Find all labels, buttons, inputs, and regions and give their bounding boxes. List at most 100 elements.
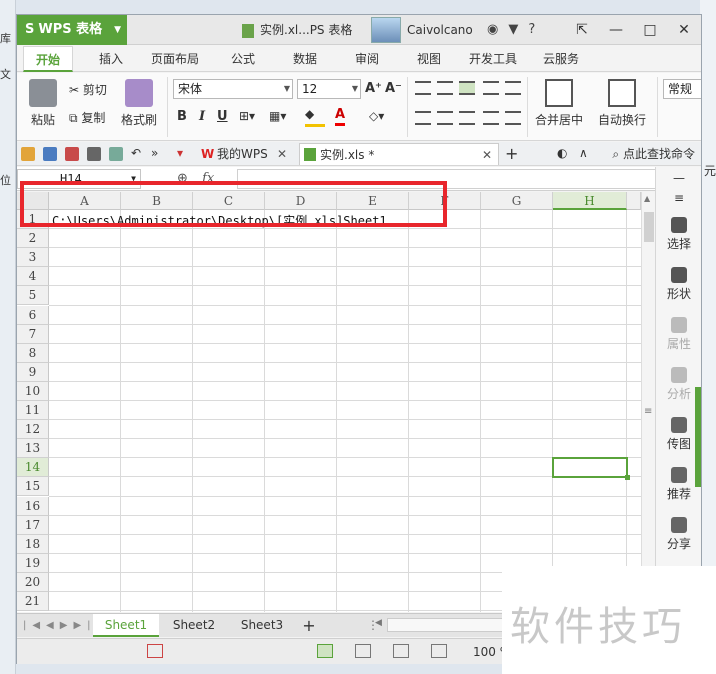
row-header-2[interactable]: 2	[17, 229, 49, 249]
eye-protect-icon[interactable]	[431, 644, 447, 658]
print-icon[interactable]	[87, 147, 101, 161]
bold-button[interactable]: B	[177, 109, 187, 124]
scroll-left-icon[interactable]: ◀	[375, 618, 382, 628]
tab-insert[interactable]: 插入	[99, 46, 123, 72]
row-header-14[interactable]: 14	[17, 458, 49, 478]
restore-icon[interactable]: ⇱	[565, 15, 599, 45]
justify-icon[interactable]	[483, 111, 499, 125]
row-header-12[interactable]: 12	[17, 420, 49, 440]
merge-icon-button[interactable]: ▦▾	[269, 109, 286, 123]
add-sheet-button[interactable]: +	[299, 614, 319, 637]
clear-format-button[interactable]: ◇▾	[369, 109, 384, 123]
row-header-18[interactable]: 18	[17, 534, 49, 554]
tab-review[interactable]: 审阅	[355, 46, 379, 72]
side-panel-item-7[interactable]: 分享	[656, 517, 702, 552]
collapse-ribbon-icon[interactable]: ∧	[579, 146, 588, 160]
help-icon[interactable]: ?	[528, 15, 535, 45]
align-right-icon[interactable]	[459, 111, 475, 125]
normal-view-icon[interactable]	[317, 644, 333, 658]
column-header-h[interactable]: H	[553, 192, 627, 210]
macro-icon[interactable]	[147, 644, 163, 658]
row-header-20[interactable]: 20	[17, 572, 49, 592]
row-header-21[interactable]: 21	[17, 592, 49, 612]
row-header-4[interactable]: 4	[17, 267, 49, 287]
fill-color-button[interactable]: ◆	[305, 107, 325, 127]
row-header-8[interactable]: 8	[17, 343, 49, 363]
indent-decrease-icon[interactable]	[483, 81, 499, 95]
close-icon[interactable]: ✕	[482, 144, 492, 166]
align-middle-icon[interactable]	[437, 81, 453, 95]
maximize-button[interactable]: □	[633, 15, 667, 45]
skin-icon[interactable]: ◉	[487, 15, 498, 45]
cut-button[interactable]: ✂ 剪切	[69, 81, 107, 98]
avatar[interactable]	[371, 17, 401, 43]
find-command-search[interactable]: ⌕ 点此查找命令	[612, 142, 695, 166]
sheet-tab-2[interactable]: Sheet2	[159, 614, 229, 637]
indent-increase-icon[interactable]	[505, 81, 521, 95]
close-button[interactable]: ✕	[667, 15, 701, 45]
row-header-15[interactable]: 15	[17, 477, 49, 497]
wrap-text-button[interactable]: 自动换行	[595, 79, 649, 128]
row-header-6[interactable]: 6	[17, 305, 49, 325]
paste-button[interactable]: 粘贴	[23, 79, 63, 128]
bookmark-icon[interactable]: ◐	[557, 146, 567, 160]
app-menu-button[interactable]: S WPS 表格 ▼	[17, 15, 127, 45]
print-preview-icon[interactable]	[109, 147, 123, 161]
copy-button[interactable]: ⧉ 复制	[69, 109, 105, 126]
tab-formulas[interactable]: 公式	[231, 46, 255, 72]
tab-home[interactable]: 开始	[23, 46, 74, 72]
sheet-tab-3[interactable]: Sheet3	[229, 614, 295, 637]
align-bottom-icon[interactable]	[459, 81, 475, 95]
format-painter-button[interactable]: 格式刷	[117, 79, 161, 128]
side-panel-item-3[interactable]: 属性	[656, 317, 702, 352]
minimize-button[interactable]: —	[599, 15, 633, 45]
font-color-button[interactable]: A	[335, 107, 346, 126]
grow-font-button[interactable]: A⁺	[365, 81, 382, 96]
page-break-view-icon[interactable]	[355, 644, 371, 658]
number-format-select[interactable]: 常规	[663, 79, 701, 99]
close-icon[interactable]: ✕	[277, 143, 287, 165]
open-folder-icon[interactable]	[21, 147, 35, 161]
tab-data[interactable]: 数据	[293, 46, 317, 72]
tab-view[interactable]: 视图	[417, 46, 441, 72]
row-header-10[interactable]: 10	[17, 381, 49, 401]
column-header-g[interactable]: G	[481, 192, 553, 210]
row-header-11[interactable]: 11	[17, 401, 49, 421]
borders-button[interactable]: ⊞▾	[239, 109, 255, 123]
side-panel-toggle[interactable]	[695, 387, 701, 487]
row-header-13[interactable]: 13	[17, 439, 49, 459]
font-name-select[interactable]: 宋体 ▼	[173, 79, 293, 99]
tab-my-wps[interactable]: W 我的WPS ✕	[197, 143, 293, 165]
align-top-icon[interactable]	[415, 81, 431, 95]
customize-icon[interactable]: ▾	[177, 146, 183, 160]
tab-cloud[interactable]: 云服务	[543, 46, 579, 72]
shrink-font-button[interactable]: A⁻	[385, 81, 402, 96]
row-header-5[interactable]: 5	[17, 286, 49, 306]
row-header-17[interactable]: 17	[17, 515, 49, 535]
distribute-icon[interactable]	[505, 111, 521, 125]
sheet-tab-1[interactable]: Sheet1	[93, 614, 159, 637]
more-icon[interactable]: »	[151, 146, 158, 160]
active-cell-h14[interactable]	[552, 457, 630, 481]
side-panel-item-2[interactable]: 形状	[656, 267, 702, 302]
pdf-export-icon[interactable]	[65, 147, 79, 161]
italic-button[interactable]: I	[199, 109, 205, 124]
font-size-select[interactable]: 12 ▼	[297, 79, 361, 99]
scroll-thumb[interactable]	[644, 212, 654, 242]
merge-center-button[interactable]: 合并居中	[529, 79, 589, 128]
scroll-up-icon[interactable]: ▲	[644, 194, 650, 203]
save-icon[interactable]	[43, 147, 57, 161]
vertical-scrollbar[interactable]: ▲ ≡ ▼	[641, 192, 655, 612]
fill-handle[interactable]	[625, 475, 630, 481]
horizontal-scrollbar[interactable]	[387, 618, 507, 632]
row-header-9[interactable]: 9	[17, 362, 49, 382]
tab-page-layout[interactable]: 页面布局	[151, 46, 199, 72]
sheet-nav-icons[interactable]: |◀◀▶▶|	[23, 614, 97, 638]
tab-active-doc[interactable]: 实例.xls * ✕	[299, 143, 499, 165]
align-left-icon[interactable]	[415, 111, 431, 125]
new-tab-button[interactable]: +	[505, 144, 518, 163]
side-panel-collapse[interactable]: —	[656, 171, 702, 185]
shirt-icon[interactable]: ▼	[508, 15, 518, 45]
row-header-19[interactable]: 19	[17, 553, 49, 573]
row-header-7[interactable]: 7	[17, 324, 49, 344]
